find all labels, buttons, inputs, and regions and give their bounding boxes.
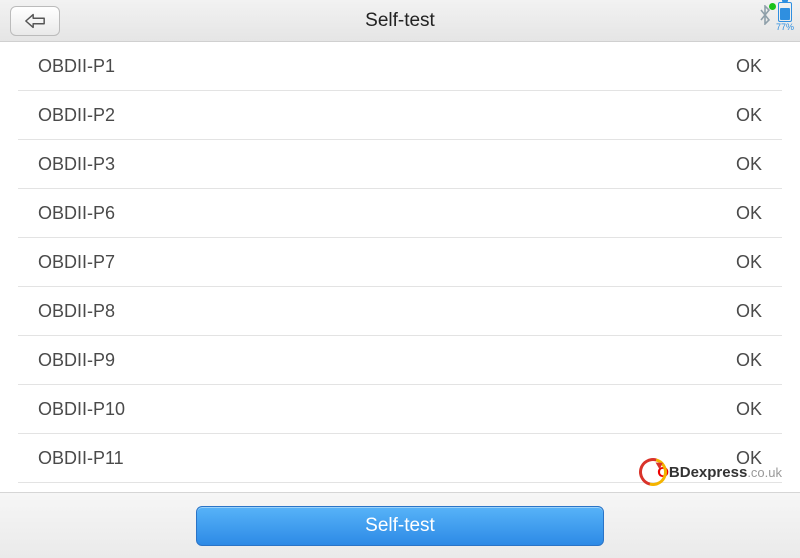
result-status: OK xyxy=(736,154,762,175)
result-status: OK xyxy=(736,399,762,420)
results-list[interactable]: OBDII-P1 OK OBDII-P2 OK OBDII-P3 OK OBDII-P6 OK… xyxy=(0,42,800,483)
header-bar: Self-test 77% xyxy=(0,0,800,42)
result-label: OBDII-P9 xyxy=(38,350,115,371)
self-test-button[interactable]: Self-test xyxy=(196,506,604,546)
result-row[interactable]: OBDII-P2 OK xyxy=(18,91,782,140)
footer-bar: Self-test xyxy=(0,492,800,558)
result-row[interactable]: OBDII-P9 OK xyxy=(18,336,782,385)
result-row[interactable]: OBDII-P11 OK xyxy=(18,434,782,483)
result-label: OBDII-P8 xyxy=(38,301,115,322)
result-status: OK xyxy=(736,203,762,224)
result-row[interactable]: OBDII-P6 OK xyxy=(18,189,782,238)
result-status: OK xyxy=(736,105,762,126)
page-title: Self-test xyxy=(0,10,800,32)
battery-indicator: 77% xyxy=(776,2,794,32)
result-status: OK xyxy=(736,252,762,273)
result-row[interactable]: OBDII-P8 OK xyxy=(18,287,782,336)
result-row[interactable]: OBDII-P1 OK xyxy=(18,42,782,91)
result-label: OBDII-P10 xyxy=(38,399,125,420)
result-status: OK xyxy=(736,301,762,322)
bluetooth-connected-dot-icon xyxy=(769,3,776,10)
result-status: OK xyxy=(736,448,762,469)
back-button[interactable] xyxy=(10,6,60,36)
result-status: OK xyxy=(736,56,762,77)
back-arrow-icon xyxy=(24,13,46,29)
result-label: OBDII-P2 xyxy=(38,105,115,126)
bluetooth-icon xyxy=(758,5,772,30)
result-row[interactable]: OBDII-P3 OK xyxy=(18,140,782,189)
result-label: OBDII-P3 xyxy=(38,154,115,175)
result-label: OBDII-P11 xyxy=(38,448,124,469)
result-label: OBDII-P1 xyxy=(38,56,115,77)
status-area: 77% xyxy=(758,2,794,32)
battery-percent-label: 77% xyxy=(776,22,794,32)
battery-fill xyxy=(780,8,790,20)
result-status: OK xyxy=(736,350,762,371)
battery-icon xyxy=(778,2,792,22)
result-row[interactable]: OBDII-P10 OK xyxy=(18,385,782,434)
result-label: OBDII-P7 xyxy=(38,252,115,273)
result-label: OBDII-P6 xyxy=(38,203,115,224)
result-row[interactable]: OBDII-P7 OK xyxy=(18,238,782,287)
